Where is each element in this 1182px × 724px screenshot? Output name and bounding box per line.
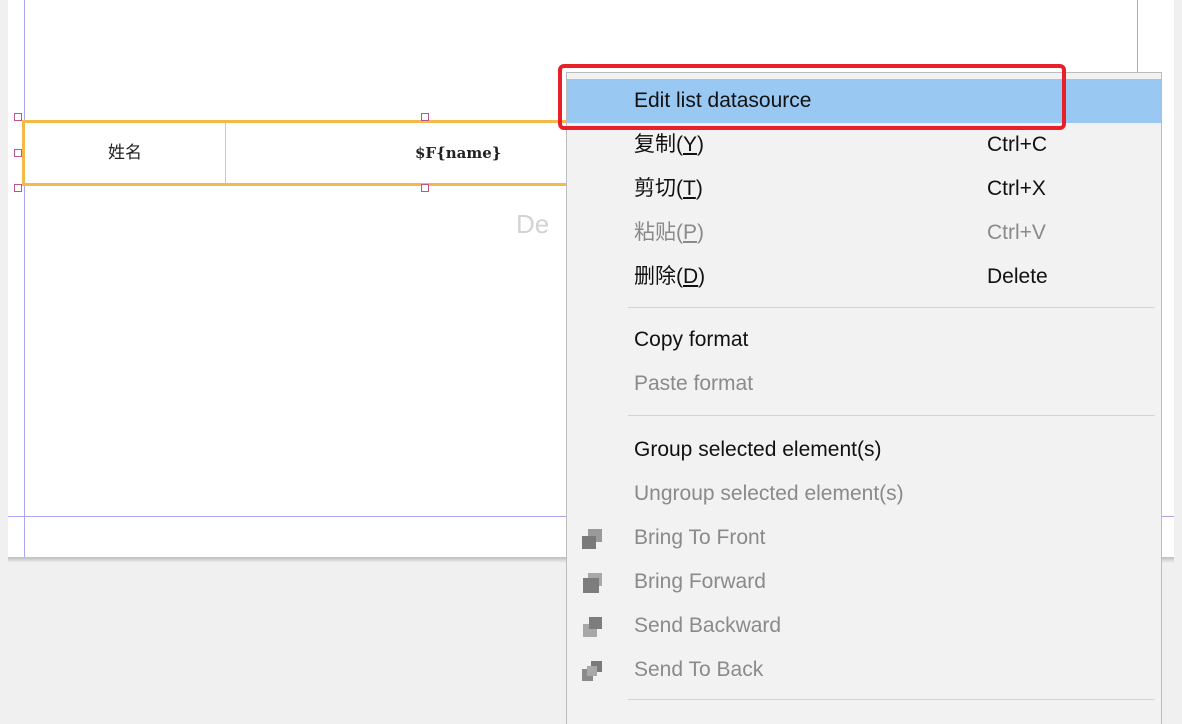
selected-list-band[interactable]: 姓名 $F{name}	[22, 120, 582, 186]
menu-separator	[628, 415, 1155, 416]
resize-handle-top-left[interactable]	[14, 113, 22, 121]
menu-item-cut[interactable]: 剪切(T) Ctrl+X	[567, 167, 1161, 211]
cell-divider	[225, 123, 226, 183]
name-field-cell[interactable]: $F{name}	[415, 123, 501, 183]
menu-item-shortcut: Ctrl+X	[987, 177, 1046, 200]
menu-item-label: 复制(Y)	[634, 133, 705, 156]
resize-handle-bottom-middle[interactable]	[421, 184, 429, 192]
bring-to-front-icon	[582, 529, 602, 549]
menu-item-label: Ungroup selected element(s)	[634, 482, 904, 505]
menu-item-label: Edit list datasource	[634, 89, 812, 112]
menu-separator	[628, 699, 1155, 700]
menu-item-label: Paste format	[634, 372, 754, 395]
menu-item-delete[interactable]: 删除(D) Delete	[567, 255, 1161, 299]
context-menu: Edit list datasource 复制(Y) Ctrl+C 剪切(T) …	[566, 72, 1162, 724]
guide-line-left	[24, 0, 25, 557]
menu-item-paste-format[interactable]: Paste format	[567, 362, 1161, 406]
menu-item-paste[interactable]: 粘贴(P) Ctrl+V	[567, 211, 1161, 255]
menu-item-label: Send To Back	[634, 658, 764, 681]
menu-item-send-backward[interactable]: Send Backward	[567, 604, 1161, 648]
menu-item-shortcut: Ctrl+V	[987, 221, 1046, 244]
background-text: De	[516, 209, 550, 239]
menu-item-ungroup[interactable]: Ungroup selected element(s)	[567, 472, 1161, 516]
send-to-back-icon	[582, 661, 602, 681]
menu-item-label: 剪切(T)	[634, 177, 703, 200]
menu-item-label: 删除(D)	[634, 265, 706, 288]
resize-handle-top-middle[interactable]	[421, 113, 429, 121]
menu-item-shortcut: Delete	[987, 265, 1048, 288]
menu-item-label: 粘贴(P)	[634, 221, 705, 244]
menu-item-copy[interactable]: 复制(Y) Ctrl+C	[567, 123, 1161, 167]
menu-item-group[interactable]: Group selected element(s)	[567, 428, 1161, 472]
menu-item-label: Copy format	[634, 328, 749, 351]
menu-separator	[628, 307, 1155, 308]
menu-item-bring-forward[interactable]: Bring Forward	[567, 560, 1161, 604]
send-backward-icon	[583, 617, 602, 637]
menu-item-label: Group selected element(s)	[634, 438, 882, 461]
menu-item-bring-to-front[interactable]: Bring To Front	[567, 516, 1161, 560]
resize-handle-bottom-left[interactable]	[14, 184, 22, 192]
menu-item-label: Send Backward	[634, 614, 782, 637]
menu-item-label: Bring Forward	[634, 570, 766, 593]
name-label-cell[interactable]: 姓名	[25, 123, 225, 183]
menu-item-label: Bring To Front	[634, 526, 766, 549]
menu-item-shortcut: Ctrl+C	[987, 133, 1048, 156]
resize-handle-middle-left[interactable]	[14, 149, 22, 157]
menu-item-send-to-back[interactable]: Send To Back	[567, 648, 1161, 692]
bring-forward-icon	[583, 573, 602, 593]
menu-item-copy-format[interactable]: Copy format	[567, 318, 1161, 362]
menu-item-edit-list-datasource[interactable]: Edit list datasource	[567, 79, 1161, 123]
